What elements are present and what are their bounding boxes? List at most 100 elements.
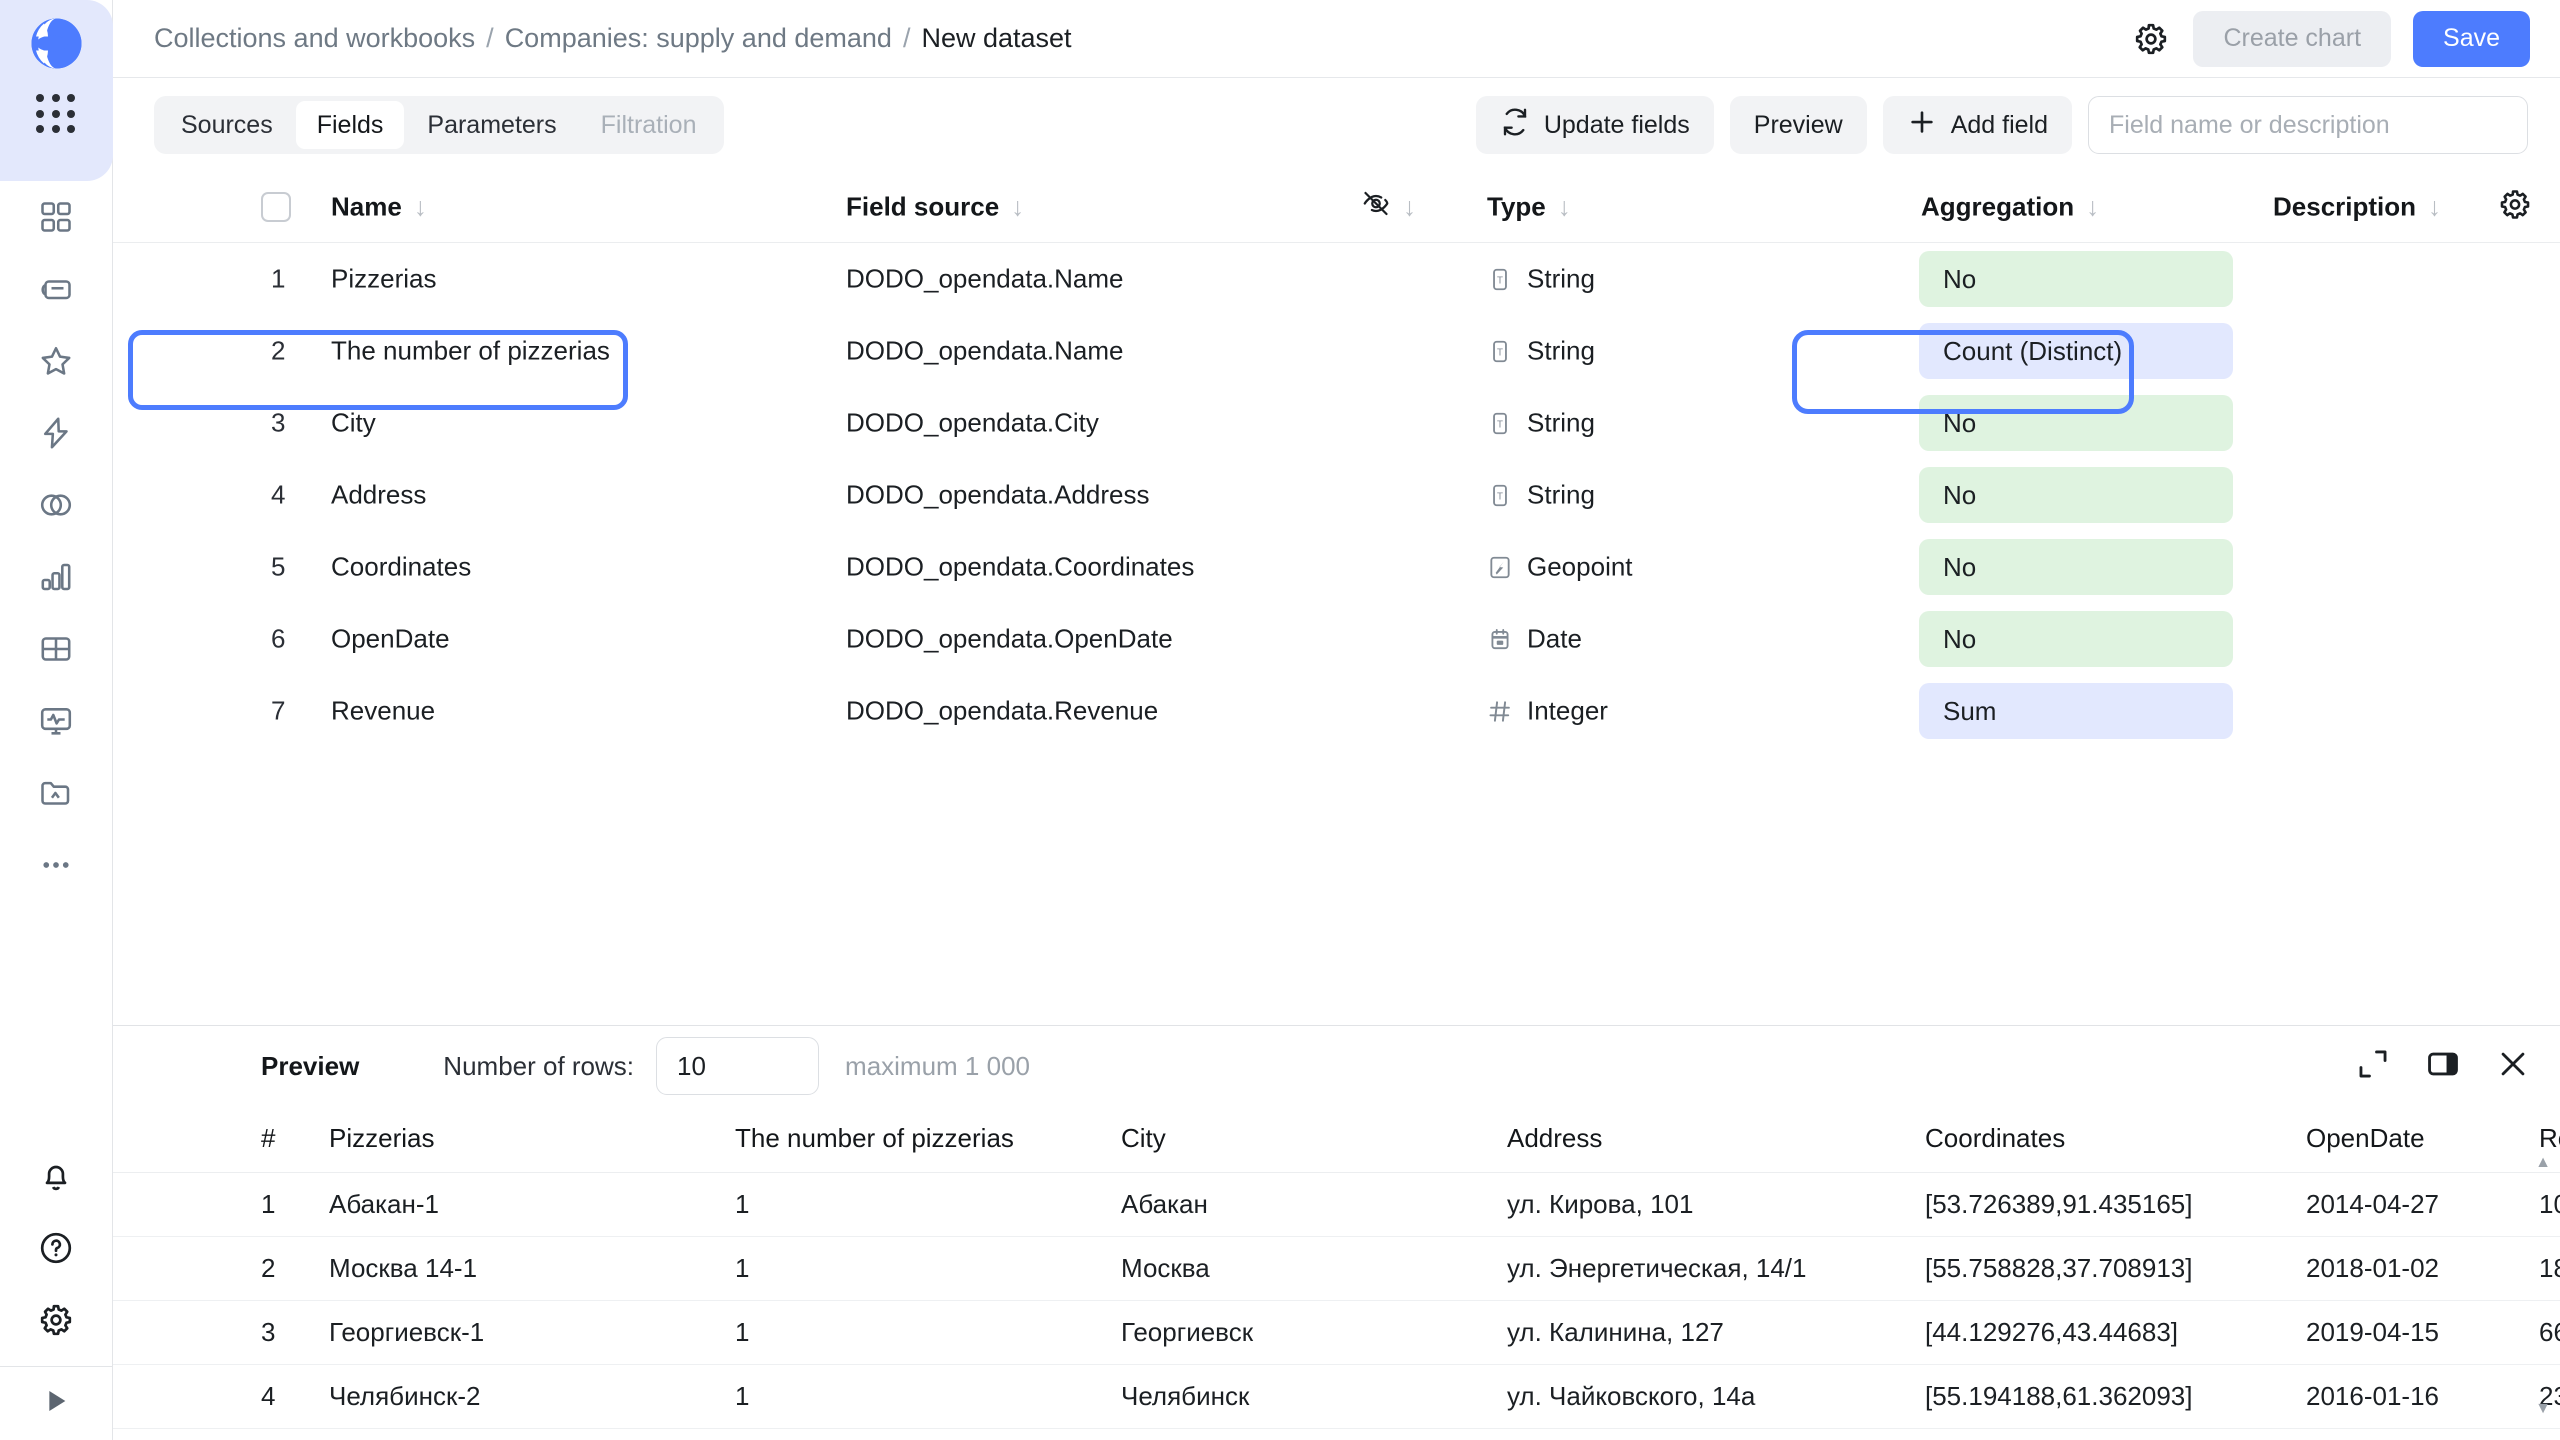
field-name-cell[interactable]: The number of pizzerias	[331, 336, 610, 367]
aggregation-cell[interactable]: No	[1919, 467, 2233, 523]
preview-scrollbar[interactable]: ▲ ▼	[2536, 1155, 2550, 1417]
arrow-down-icon[interactable]: ↓	[1558, 194, 1571, 220]
field-type-cell[interactable]: T String	[1487, 264, 1595, 295]
toolbar-actions: Update fields Preview Add field	[1476, 96, 2528, 154]
arrow-down-icon[interactable]: ↓	[414, 194, 427, 220]
field-source-cell[interactable]: DODO_opendata.OpenDate	[846, 624, 1173, 655]
tab-fields[interactable]: Fields	[296, 101, 405, 149]
favorites-star-icon	[38, 343, 74, 379]
sidebar-item-datasets[interactable]	[0, 613, 113, 685]
field-type-cell[interactable]: Date	[1487, 624, 1582, 655]
create-chart-button[interactable]: Create chart	[2193, 11, 2391, 67]
field-source-cell[interactable]: DODO_opendata.Revenue	[846, 696, 1158, 727]
field-type-cell[interactable]: T String	[1487, 408, 1595, 439]
field-source-cell[interactable]: DODO_opendata.City	[846, 408, 1099, 439]
field-type-cell[interactable]: T String	[1487, 336, 1595, 367]
preview-table-header: # Pizzerias The number of pizzerias City…	[113, 1105, 2560, 1173]
column-header-name[interactable]: Name ↓	[331, 191, 427, 222]
field-source-cell[interactable]: DODO_opendata.Name	[846, 336, 1123, 367]
sidebar-item-favorites[interactable]	[0, 325, 113, 397]
table-row[interactable]: 6 OpenDate DODO_opendata.OpenDate Date N…	[113, 603, 2560, 675]
update-fields-button[interactable]: Update fields	[1476, 96, 1714, 154]
sidebar-item-settings[interactable]	[0, 1284, 113, 1356]
field-source-cell[interactable]: DODO_opendata.Coordinates	[846, 552, 1194, 583]
aggregation-cell[interactable]: No	[1919, 539, 2233, 595]
field-name-cell[interactable]: Revenue	[331, 696, 435, 727]
bell-icon	[38, 1158, 74, 1194]
table-row[interactable]: 1 Pizzerias DODO_opendata.Name T String …	[113, 243, 2560, 315]
add-field-button[interactable]: Add field	[1883, 96, 2072, 154]
aggregation-cell[interactable]: No	[1919, 251, 2233, 307]
string-icon: T	[1487, 338, 1513, 364]
gear-icon	[38, 1302, 74, 1338]
field-name-cell[interactable]: Pizzerias	[331, 264, 436, 295]
sidebar-item-help[interactable]	[0, 1212, 113, 1284]
arrow-down-icon[interactable]: ↓	[1011, 194, 1024, 220]
preview-col-coordinates: Coordinates	[1925, 1123, 2306, 1154]
field-name-cell[interactable]: Address	[331, 480, 426, 511]
aggregation-cell[interactable]: Count (Distinct)	[1919, 323, 2233, 379]
sidebar-item-quick-actions[interactable]	[0, 397, 113, 469]
tab-sources[interactable]: Sources	[160, 101, 294, 149]
dashboards-icon	[38, 199, 74, 235]
sidebar-item-collections[interactable]	[0, 253, 113, 325]
sidebar-item-monitoring[interactable]	[0, 685, 113, 757]
scroll-up-icon[interactable]: ▲	[2535, 1155, 2551, 1171]
field-type-cell[interactable]: Geopoint	[1487, 552, 1633, 583]
rail-collapse-footer[interactable]	[0, 1366, 113, 1440]
arrow-down-icon[interactable]: ↓	[1403, 194, 1416, 220]
table-row[interactable]: 4 Address DODO_opendata.Address T String…	[113, 459, 2560, 531]
field-type-cell[interactable]: T String	[1487, 480, 1595, 511]
table-row[interactable]: 2 The number of pizzerias DODO_opendata.…	[113, 315, 2560, 387]
close-icon[interactable]	[2496, 1047, 2530, 1086]
column-header-hidden[interactable]: ↓	[1361, 188, 1416, 225]
scroll-down-icon[interactable]: ▼	[2535, 1401, 2551, 1417]
aggregation-cell[interactable]: Sum	[1919, 683, 2233, 739]
field-name-cell[interactable]: City	[331, 408, 376, 439]
arrow-down-icon[interactable]: ↓	[2086, 194, 2099, 220]
column-header-type[interactable]: Type ↓	[1487, 191, 1571, 222]
rail-bottom-group	[0, 1140, 113, 1366]
rows-count-input[interactable]	[656, 1037, 819, 1095]
sidebar-item-connections[interactable]	[0, 469, 113, 541]
sidebar-item-more[interactable]	[0, 829, 113, 901]
breadcrumb-item-workbook[interactable]: Companies: supply and demand	[505, 23, 892, 54]
sidebar-item-files[interactable]	[0, 757, 113, 829]
save-button[interactable]: Save	[2413, 11, 2530, 67]
apps-grid-icon[interactable]	[36, 94, 76, 134]
sidebar-item-charts[interactable]	[0, 541, 113, 613]
column-header-description[interactable]: Description ↓	[2273, 191, 2441, 222]
aggregation-cell[interactable]: No	[1919, 611, 2233, 667]
calendar-icon	[1487, 626, 1513, 652]
tab-parameters[interactable]: Parameters	[406, 101, 577, 149]
select-all-checkbox[interactable]	[261, 192, 291, 222]
table-row[interactable]: 3 City DODO_opendata.City T String No	[113, 387, 2560, 459]
preview-col-address: Address	[1507, 1123, 1925, 1154]
preview-cell-coordinates: [53.726389,91.435165]	[1925, 1189, 2306, 1220]
field-source-cell[interactable]: DODO_opendata.Name	[846, 264, 1123, 295]
aggregation-cell[interactable]: No	[1919, 395, 2233, 451]
expand-icon[interactable]	[2356, 1047, 2390, 1086]
app-logo-icon[interactable]	[30, 17, 83, 70]
table-row[interactable]: 7 Revenue DODO_opendata.Revenue Integer …	[113, 675, 2560, 747]
preview-cell-pizzerias: Абакан-1	[329, 1189, 735, 1220]
field-source-cell[interactable]: DODO_opendata.Address	[846, 480, 1150, 511]
column-header-aggregation[interactable]: Aggregation ↓	[1921, 191, 2099, 222]
column-header-field-source[interactable]: Field source ↓	[846, 191, 1024, 222]
table-row[interactable]: 5 Coordinates DODO_opendata.Coordinates …	[113, 531, 2560, 603]
gear-icon[interactable]	[2498, 187, 2532, 226]
preview-row: 2 Москва 14-1 1 Москва ул. Энергетическа…	[113, 1237, 2560, 1301]
field-name-cell[interactable]: Coordinates	[331, 552, 471, 583]
gear-icon[interactable]	[2131, 19, 2171, 59]
sidebar-item-notifications[interactable]	[0, 1140, 113, 1212]
preview-button[interactable]: Preview	[1730, 96, 1867, 154]
scrollbar-track[interactable]	[2537, 1177, 2549, 1395]
field-name-cell[interactable]: OpenDate	[331, 624, 450, 655]
preview-col-city: City	[1121, 1123, 1507, 1154]
breadcrumb-item-collections[interactable]: Collections and workbooks	[154, 23, 475, 54]
sidebar-item-dashboards[interactable]	[0, 181, 113, 253]
split-panel-icon[interactable]	[2426, 1047, 2460, 1086]
field-type-cell[interactable]: Integer	[1487, 696, 1608, 727]
arrow-down-icon[interactable]: ↓	[2428, 194, 2441, 220]
field-search-input[interactable]	[2088, 96, 2528, 154]
